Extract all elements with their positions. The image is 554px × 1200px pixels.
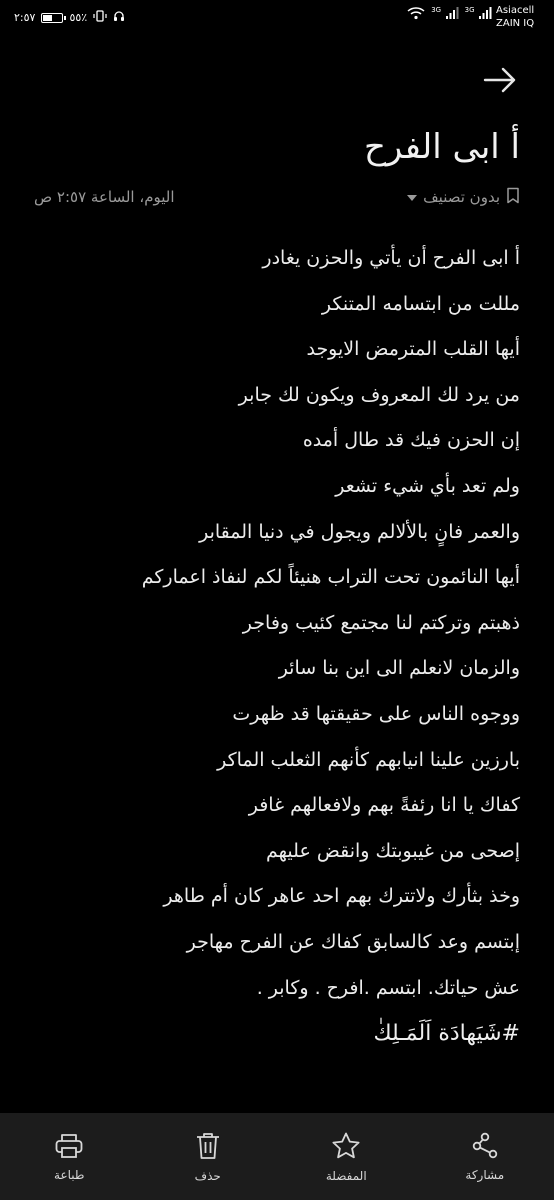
- print-icon: [54, 1132, 84, 1160]
- print-button[interactable]: طباعة: [19, 1132, 119, 1182]
- note-line: عش حياتك. ابتسم .افرح . وكابر .: [256, 976, 520, 999]
- favorite-label: المفضلة: [325, 1168, 367, 1183]
- battery-percent: ٥٥٪: [69, 11, 88, 24]
- caret-down-icon: [407, 188, 418, 206]
- network-label-1: 3G: [431, 6, 442, 14]
- carrier-2: ZAIN IQ: [496, 18, 535, 29]
- status-left-group: ٢:٥٧ ٥٥٪: [14, 10, 125, 25]
- carrier-1: Asiacell: [496, 5, 535, 16]
- note-line: وخذ بثأرك ولاتترك بهم احد عاهر كان أم طا…: [163, 885, 520, 908]
- note-line: والعمر فانٍ بالألالم ويجول في دنيا المقا…: [199, 520, 520, 543]
- signal-2-group: 3G: [465, 6, 492, 23]
- bottom-action-bar: مشاركة المفضلة حذف طباعة: [0, 1113, 554, 1200]
- note-line: أ ابى الفرح أن يأتي والحزن يغادر: [262, 247, 520, 269]
- note-line: أيها القلب المترمض الايوجد: [306, 338, 520, 361]
- headphones-icon: [113, 10, 125, 25]
- note-title[interactable]: أ ابى الفرح: [364, 127, 520, 167]
- note-line: ولم تعد بأي شيء تشعر: [335, 474, 520, 497]
- arrow-right-icon: [483, 67, 516, 93]
- signal-2-icon: [479, 7, 492, 19]
- share-label: مشاركة: [465, 1167, 505, 1182]
- status-right-group: 3G 3G: [407, 6, 492, 23]
- network-label-2: 3G: [464, 6, 475, 14]
- note-line: بارزين علينا انيابهم كأنهم الثعلب الماكر: [217, 748, 520, 771]
- note-line: أيها النائمون تحت التراب هنيئاً لكم لنفا…: [141, 566, 520, 589]
- note-line: والزمان لانعلم الى اين بنا سائر: [278, 657, 520, 680]
- share-button[interactable]: مشاركة: [435, 1132, 535, 1182]
- note-body[interactable]: أ ابى الفرح أن يأتي والحزن يغادر مللت من …: [26, 236, 520, 1057]
- note-line: إبتسم وعد كالسابق كفاك عن الفرح مهاجر: [186, 930, 520, 953]
- category-label: بدون تصنيف: [423, 188, 500, 206]
- status-bar: ٢:٥٧ ٥٥٪ 3G 3G Asiacell ZAIN IQ: [0, 0, 554, 36]
- favorite-button[interactable]: المفضلة: [296, 1131, 396, 1183]
- note-line: من يرد لك المعروف ويكون لك جابر: [238, 383, 520, 406]
- wifi-icon: [407, 6, 425, 23]
- delete-label: حذف: [194, 1168, 221, 1183]
- note-line: كفاك يا انا رئفةً بهم ولافعالهم غافر: [248, 794, 520, 817]
- note-line: ذهبتم وتركتم لنا مجتمع كئيب وفاجر: [242, 611, 520, 634]
- battery-icon: [41, 12, 67, 23]
- note-line: مللت من ابتسامه المتنكر: [321, 292, 520, 315]
- note-hashtag[interactable]: #شَيَهادَة اَلَمَـلِكٰ: [26, 1011, 520, 1057]
- signal-1-group: 3G: [431, 6, 459, 23]
- battery-fill: [43, 14, 53, 21]
- status-time: ٢:٥٧: [14, 11, 36, 24]
- note-line: إن الحزن فيك قد طال أمده: [302, 429, 520, 452]
- signal-1-icon: [445, 7, 459, 19]
- note-line: ووجوه الناس على حقيقتها قد ظهرت: [232, 702, 520, 725]
- category-selector[interactable]: بدون تصنيف: [407, 187, 520, 208]
- share-icon: [471, 1132, 499, 1160]
- vibrate-icon: [93, 10, 107, 25]
- back-button[interactable]: [482, 62, 518, 98]
- note-line: إصحى من غيبوبتك وانقض عليهم: [266, 839, 520, 862]
- delete-button[interactable]: حذف: [158, 1131, 258, 1183]
- trash-icon: [194, 1131, 222, 1161]
- star-icon: [331, 1131, 361, 1161]
- note-date: اليوم، الساعة ٢:٥٧ ص: [34, 188, 175, 206]
- print-label: طباعة: [54, 1167, 85, 1182]
- carrier-names: Asiacell ZAIN IQ: [496, 4, 542, 30]
- bookmark-icon: [506, 187, 520, 208]
- note-meta: بدون تصنيف اليوم، الساعة ٢:٥٧ ص: [34, 185, 520, 209]
